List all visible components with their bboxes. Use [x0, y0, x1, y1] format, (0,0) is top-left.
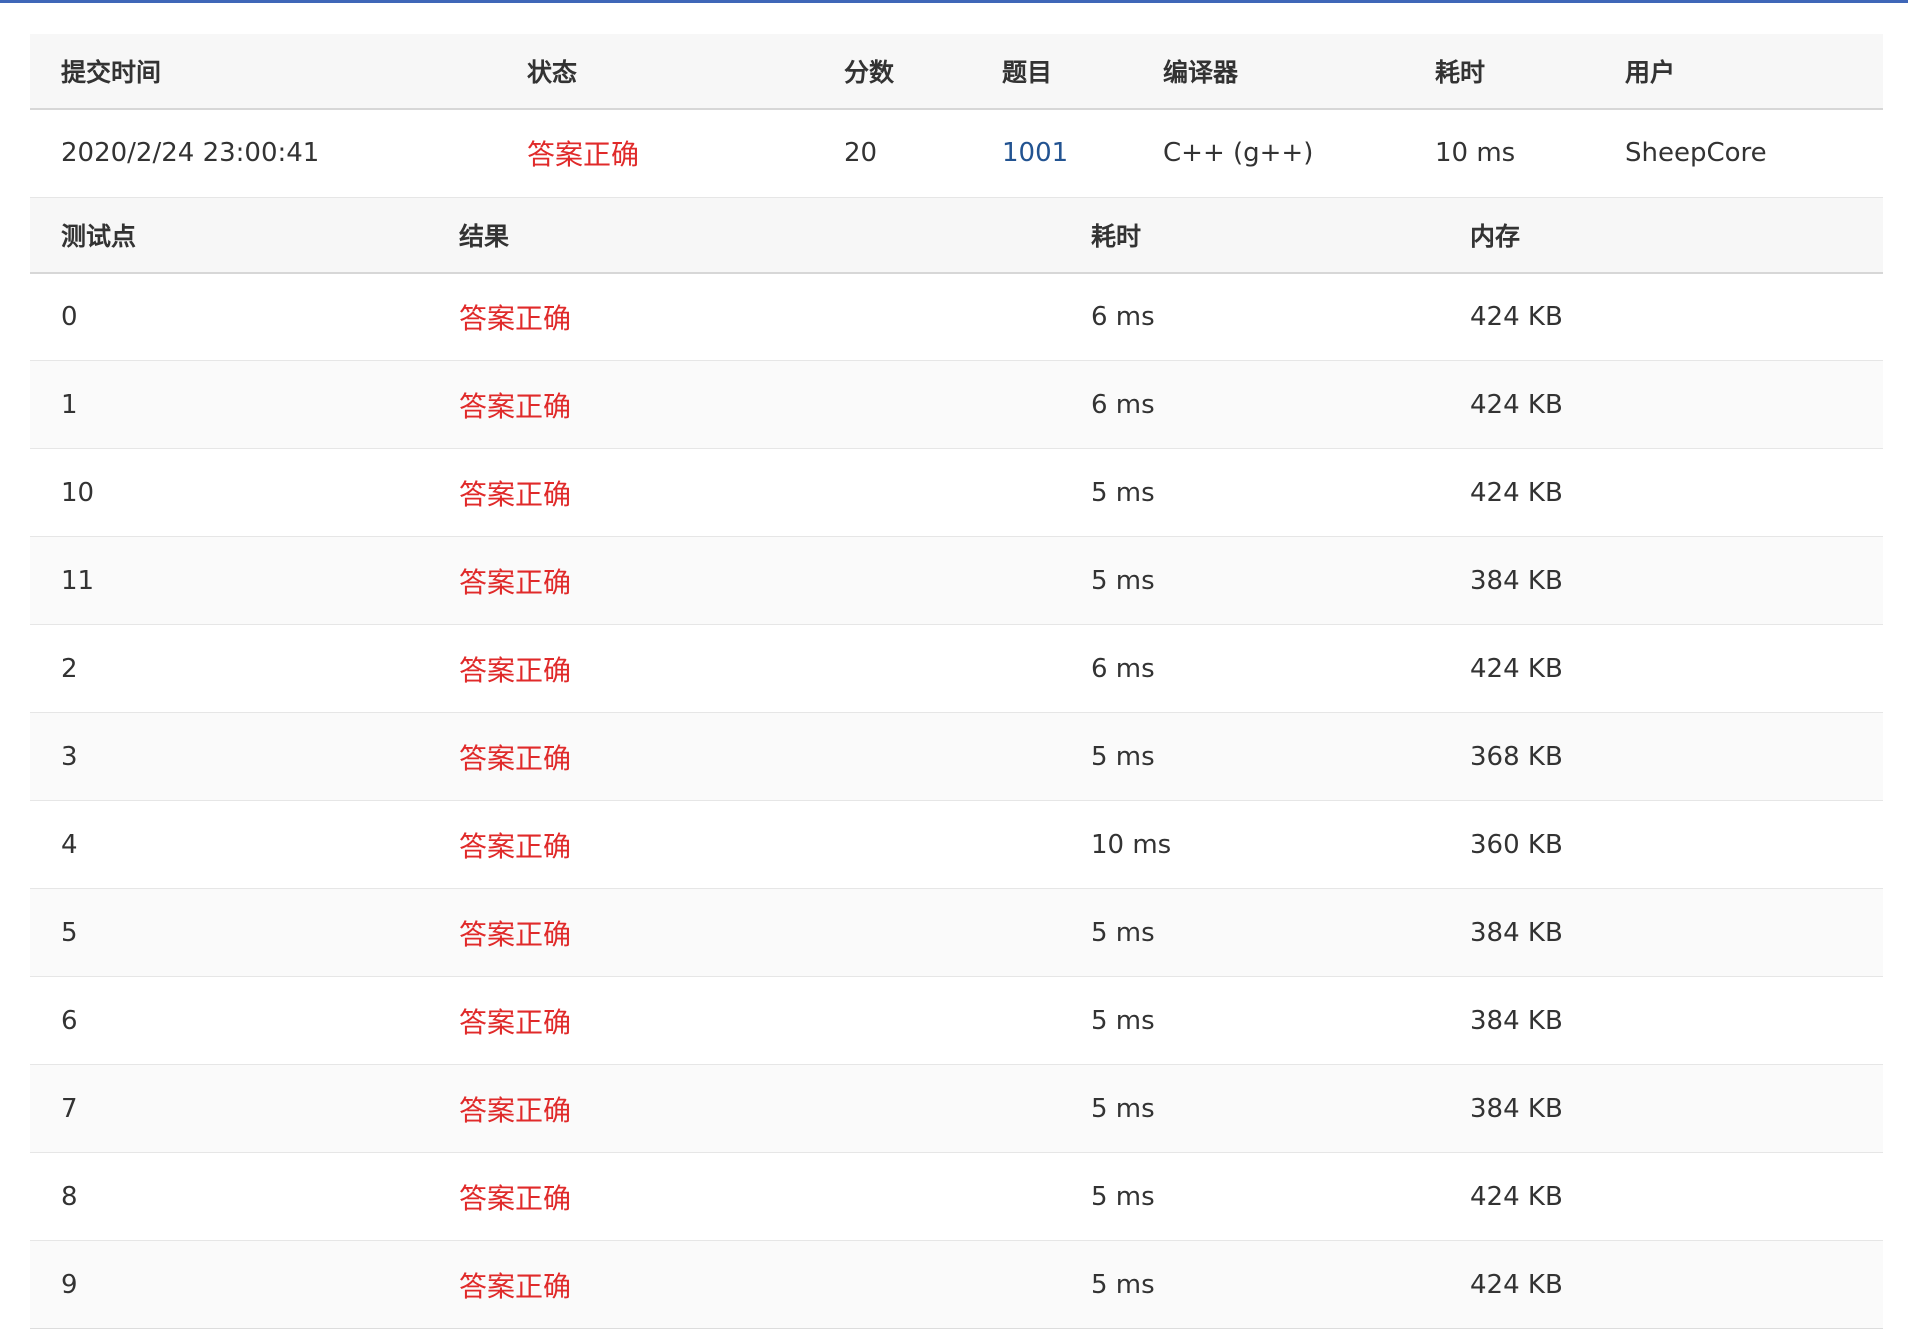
header-memory: 内存 — [1439, 197, 1883, 274]
table-row: 4 答案正确 10 ms 360 KB — [30, 800, 1883, 889]
test-time: 5 ms — [1060, 1064, 1439, 1153]
header-score: 分数 — [813, 34, 971, 110]
test-case-id: 0 — [30, 272, 428, 361]
test-time: 5 ms — [1060, 976, 1439, 1065]
test-case-id: 8 — [30, 1152, 428, 1241]
table-row: 2 答案正确 6 ms 424 KB — [30, 624, 1883, 713]
test-result: 答案正确 — [428, 800, 1060, 889]
test-memory: 424 KB — [1439, 272, 1883, 361]
submit-time: 2020/2/24 23:00:41 — [30, 109, 496, 198]
header-result: 结果 — [428, 197, 1060, 274]
test-result: 答案正确 — [428, 712, 1060, 801]
table-row: 10 答案正确 5 ms 424 KB — [30, 448, 1883, 537]
test-result: 答案正确 — [428, 448, 1060, 537]
test-result: 答案正确 — [428, 888, 1060, 977]
header-status: 状态 — [496, 34, 813, 110]
header-elapsed: 耗时 — [1404, 34, 1594, 110]
test-time: 6 ms — [1060, 360, 1439, 449]
header-submit-time: 提交时间 — [30, 34, 496, 110]
test-case-id: 10 — [30, 448, 428, 537]
table-row: 7 答案正确 5 ms 384 KB — [30, 1064, 1883, 1153]
test-result: 答案正确 — [428, 360, 1060, 449]
test-time: 6 ms — [1060, 272, 1439, 361]
test-case-id: 4 — [30, 800, 428, 889]
test-time: 5 ms — [1060, 448, 1439, 537]
test-case-id: 3 — [30, 712, 428, 801]
submission-row: 2020/2/24 23:00:41 答案正确 20 1001 C++ (g++… — [30, 109, 1883, 198]
test-time: 5 ms — [1060, 1240, 1439, 1329]
test-time: 6 ms — [1060, 624, 1439, 713]
test-memory: 384 KB — [1439, 1064, 1883, 1153]
test-memory: 384 KB — [1439, 888, 1883, 977]
test-memory: 424 KB — [1439, 624, 1883, 713]
header-user: 用户 — [1594, 34, 1883, 110]
test-result: 答案正确 — [428, 976, 1060, 1065]
test-time: 5 ms — [1060, 712, 1439, 801]
test-time: 10 ms — [1060, 800, 1439, 889]
submission-status: 答案正确 — [496, 109, 813, 198]
test-case-id: 9 — [30, 1240, 428, 1329]
table-row: 6 答案正确 5 ms 384 KB — [30, 976, 1883, 1065]
header-test-time: 耗时 — [1060, 197, 1439, 274]
submission-header-row: 提交时间 状态 分数 题目 编译器 耗时 用户 — [30, 34, 1883, 110]
test-case-id: 2 — [30, 624, 428, 713]
test-case-id: 7 — [30, 1064, 428, 1153]
test-header-row: 测试点 结果 耗时 内存 — [30, 197, 1883, 274]
test-result: 答案正确 — [428, 624, 1060, 713]
test-case-id: 5 — [30, 888, 428, 977]
header-test-case: 测试点 — [30, 197, 428, 274]
submission-score: 20 — [813, 109, 971, 198]
test-memory: 360 KB — [1439, 800, 1883, 889]
test-result: 答案正确 — [428, 1152, 1060, 1241]
table-row: 9 答案正确 5 ms 424 KB — [30, 1240, 1883, 1329]
test-case-id: 11 — [30, 536, 428, 625]
test-result: 答案正确 — [428, 1064, 1060, 1153]
test-case-id: 6 — [30, 976, 428, 1065]
test-memory: 384 KB — [1439, 536, 1883, 625]
table-row: 0 答案正确 6 ms 424 KB — [30, 272, 1883, 361]
test-memory: 424 KB — [1439, 1240, 1883, 1329]
table-row: 1 答案正确 6 ms 424 KB — [30, 360, 1883, 449]
submission-compiler: C++ (g++) — [1132, 109, 1404, 198]
problem-link[interactable]: 1001 — [1002, 138, 1068, 168]
test-result: 答案正确 — [428, 536, 1060, 625]
table-row: 3 答案正确 5 ms 368 KB — [30, 712, 1883, 801]
test-result: 答案正确 — [428, 1240, 1060, 1329]
header-problem: 题目 — [971, 34, 1132, 110]
problem-cell: 1001 — [971, 109, 1132, 198]
submission-table: 提交时间 状态 分数 题目 编译器 耗时 用户 2020/2/24 23:00:… — [30, 34, 1883, 198]
table-row: 8 答案正确 5 ms 424 KB — [30, 1152, 1883, 1241]
test-time: 5 ms — [1060, 1152, 1439, 1241]
test-cases-table: 测试点 结果 耗时 内存 0 答案正确 6 ms 424 KB 1 答案正确 6 ms 424… — [30, 197, 1883, 1329]
test-case-id: 1 — [30, 360, 428, 449]
table-row: 11 答案正确 5 ms 384 KB — [30, 536, 1883, 625]
table-row: 5 答案正确 5 ms 384 KB — [30, 888, 1883, 977]
submission-user: SheepCore — [1594, 109, 1883, 198]
test-memory: 384 KB — [1439, 976, 1883, 1065]
top-accent-bar — [0, 0, 1908, 3]
test-memory: 424 KB — [1439, 360, 1883, 449]
test-result: 答案正确 — [428, 272, 1060, 361]
submission-detail: 提交时间 状态 分数 题目 编译器 耗时 用户 2020/2/24 23:00:… — [30, 34, 1883, 1329]
test-memory: 424 KB — [1439, 1152, 1883, 1241]
test-time: 5 ms — [1060, 536, 1439, 625]
test-memory: 424 KB — [1439, 448, 1883, 537]
header-compiler: 编译器 — [1132, 34, 1404, 110]
test-memory: 368 KB — [1439, 712, 1883, 801]
test-time: 5 ms — [1060, 888, 1439, 977]
submission-elapsed: 10 ms — [1404, 109, 1594, 198]
